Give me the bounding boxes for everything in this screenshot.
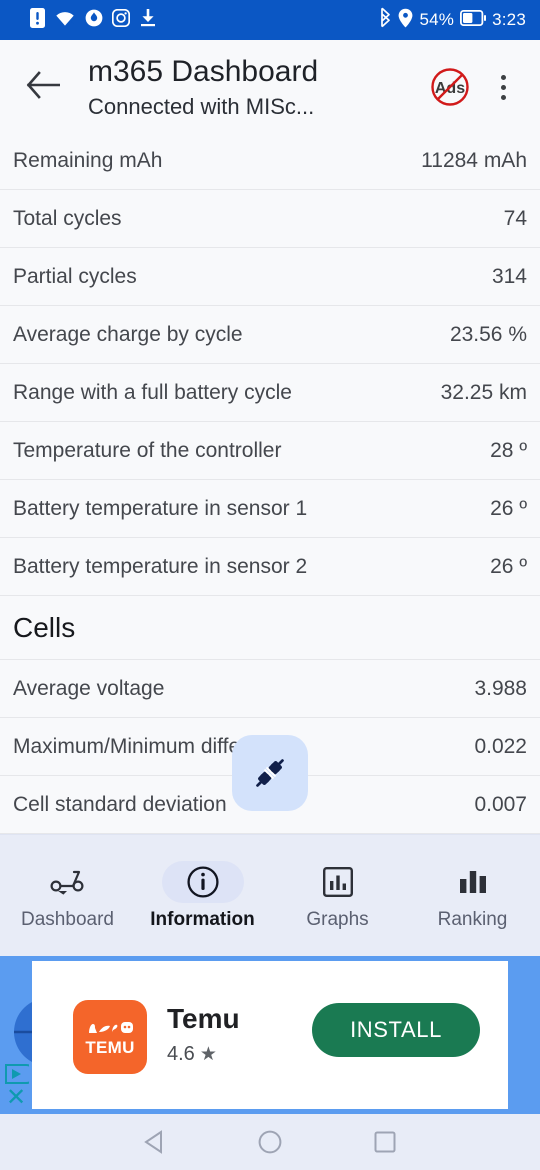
battery-half-icon bbox=[460, 9, 487, 31]
section-header-cells: Cells bbox=[0, 596, 540, 660]
connection-subtitle: Connected with MISc... bbox=[88, 94, 315, 119]
system-navigation-bar bbox=[0, 1114, 540, 1170]
no-ads-icon: Ads bbox=[431, 68, 469, 106]
more-vertical-icon bbox=[500, 94, 506, 100]
system-back-button[interactable] bbox=[98, 1114, 213, 1170]
arrow-left-icon bbox=[26, 71, 60, 99]
information-list[interactable]: Remaining mAh 11284 mAh Total cycles 74 … bbox=[0, 132, 540, 834]
tab-information[interactable]: Information bbox=[135, 835, 270, 957]
row-value: 314 bbox=[491, 264, 527, 288]
battery-percent-label: 54% bbox=[419, 10, 455, 29]
row-value: 0.007 bbox=[474, 792, 527, 816]
row-value: 3.988 bbox=[474, 676, 527, 700]
info-circle-icon bbox=[186, 866, 219, 898]
row-label: Battery temperature in sensor 1 bbox=[13, 496, 308, 520]
clock-label: 3:23 bbox=[492, 10, 526, 29]
row-label: Average charge by cycle bbox=[13, 322, 243, 346]
system-recents-button[interactable] bbox=[328, 1114, 443, 1170]
table-row[interactable]: Average charge by cycle 23.56 % bbox=[0, 306, 540, 364]
system-home-button[interactable] bbox=[213, 1114, 328, 1170]
ad-rating: 4.6 ★ bbox=[167, 1043, 217, 1066]
tab-label: Dashboard bbox=[21, 909, 114, 930]
tab-label: Ranking bbox=[437, 909, 508, 930]
triangle-back-icon bbox=[144, 1130, 162, 1154]
row-value: 28 º bbox=[490, 438, 527, 462]
download-icon bbox=[139, 8, 157, 32]
page-title: m365 Dashboard bbox=[88, 55, 319, 88]
tab-icon-wrap bbox=[432, 861, 514, 903]
row-label: Battery temperature in sensor 2 bbox=[13, 554, 308, 578]
row-label: Temperature of the controller bbox=[13, 438, 282, 462]
chart-box-icon bbox=[322, 867, 353, 898]
temu-logo-glyphs bbox=[89, 1021, 133, 1033]
plug-connect-icon bbox=[256, 759, 284, 787]
row-label: Remaining mAh bbox=[13, 148, 163, 172]
section-title: Cells bbox=[13, 611, 76, 643]
table-row[interactable]: Battery temperature in sensor 2 26 º bbox=[0, 538, 540, 596]
table-row[interactable]: Remaining mAh 11284 mAh bbox=[0, 132, 540, 190]
sim-alert-icon bbox=[30, 7, 45, 33]
ad-rating-value: 4.6 bbox=[167, 1043, 195, 1065]
ad-install-button[interactable]: INSTALL bbox=[312, 1003, 480, 1057]
close-icon[interactable]: ✕ bbox=[3, 1086, 29, 1110]
wifi-icon bbox=[54, 9, 76, 32]
row-value: 23.56 % bbox=[449, 322, 527, 346]
bluetooth-icon bbox=[378, 7, 392, 33]
adchoices-icon[interactable] bbox=[3, 1062, 36, 1086]
row-label: Partial cycles bbox=[13, 264, 137, 288]
row-value: 32.25 km bbox=[440, 380, 527, 404]
connect-floating-button[interactable] bbox=[232, 735, 308, 811]
ad-card[interactable]: TEMU Temu 4.6 ★ INSTALL bbox=[32, 961, 508, 1109]
back-button[interactable] bbox=[24, 66, 62, 104]
overflow-menu-button[interactable] bbox=[484, 66, 522, 108]
star-icon: ★ bbox=[199, 1044, 217, 1065]
row-value: 26 º bbox=[490, 554, 527, 578]
no-ads-button[interactable]: Ads bbox=[429, 66, 471, 108]
app-bar-titles: m365 Dashboard Connected with MISc... bbox=[88, 52, 420, 122]
scooter-icon bbox=[49, 870, 84, 895]
circle-home-icon bbox=[258, 1130, 282, 1154]
tab-icon-wrap bbox=[297, 861, 379, 903]
row-value: 74 bbox=[503, 206, 527, 230]
ad-app-icon-label: TEMU bbox=[85, 1037, 135, 1057]
row-label: Range with a full battery cycle bbox=[13, 380, 292, 404]
tab-label: Graphs bbox=[306, 909, 369, 930]
status-bar: 54% 3:23 bbox=[0, 0, 540, 40]
tab-icon-wrap-active bbox=[161, 861, 244, 903]
ad-app-icon: TEMU bbox=[73, 1000, 147, 1074]
table-row[interactable]: Range with a full battery cycle 32.25 km bbox=[0, 364, 540, 422]
table-row[interactable]: Average voltage 3.988 bbox=[0, 660, 540, 718]
bar-chart-icon bbox=[459, 871, 486, 893]
tab-label: Information bbox=[150, 909, 255, 930]
row-label: Average voltage bbox=[13, 676, 165, 700]
tab-dashboard[interactable]: Dashboard bbox=[0, 835, 135, 957]
row-value: 26 º bbox=[490, 496, 527, 520]
tab-ranking[interactable]: Ranking bbox=[405, 835, 540, 957]
table-row[interactable]: Total cycles 74 bbox=[0, 190, 540, 248]
bottom-navigation: Dashboard Information Graphs Ranking bbox=[0, 834, 540, 956]
row-value: 11284 mAh bbox=[421, 148, 527, 172]
more-vertical-icon bbox=[500, 84, 506, 90]
data-saver-icon bbox=[85, 9, 103, 32]
phone-screen: 54% 3:23 m365 Dashboard Connected with M… bbox=[0, 0, 540, 1170]
square-recents-icon bbox=[374, 1131, 396, 1153]
table-row[interactable]: Partial cycles 314 bbox=[0, 248, 540, 306]
tab-icon-wrap bbox=[27, 861, 109, 903]
table-row[interactable]: Battery temperature in sensor 1 26 º bbox=[0, 480, 540, 538]
table-row[interactable]: Temperature of the controller 28 º bbox=[0, 422, 540, 480]
app-bar: m365 Dashboard Connected with MISc... Ad… bbox=[0, 40, 540, 132]
status-bar-right-icons: 54% 3:23 bbox=[378, 7, 526, 33]
more-vertical-icon bbox=[500, 74, 506, 80]
status-bar-left-icons bbox=[30, 7, 157, 33]
location-pin-icon bbox=[398, 8, 413, 33]
row-label: Cell standard deviation bbox=[13, 792, 227, 816]
row-label: Total cycles bbox=[13, 206, 122, 230]
ad-app-name: Temu bbox=[167, 1003, 240, 1034]
instagram-icon bbox=[111, 8, 131, 32]
ad-banner[interactable]: C l TEMU Temu 4.6 ★ INSTALL bbox=[0, 956, 540, 1114]
row-value: 0.022 bbox=[474, 734, 527, 758]
tab-graphs[interactable]: Graphs bbox=[270, 835, 405, 957]
